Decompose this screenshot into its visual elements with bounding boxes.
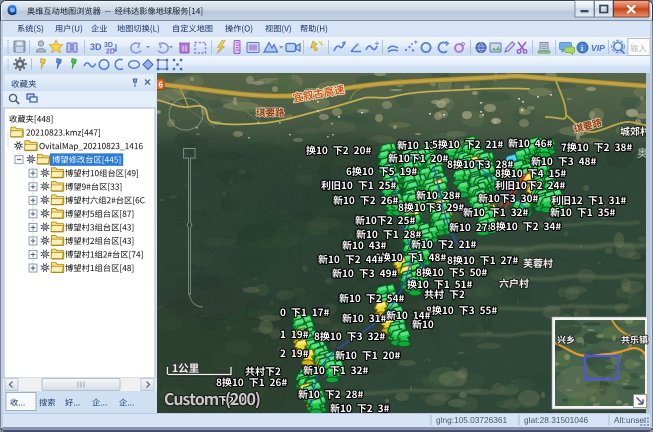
svg-text:VIP: VIP <box>591 43 605 53</box>
svg-text:glng:105.03726361: glng:105.03726361 <box>436 415 507 425</box>
svg-text:Alt:unset: Alt:unset <box>614 415 647 425</box>
svg-text:glat:28.31501046: glat:28.31501046 <box>524 415 589 425</box>
svg-text:3D: 3D <box>90 42 102 52</box>
